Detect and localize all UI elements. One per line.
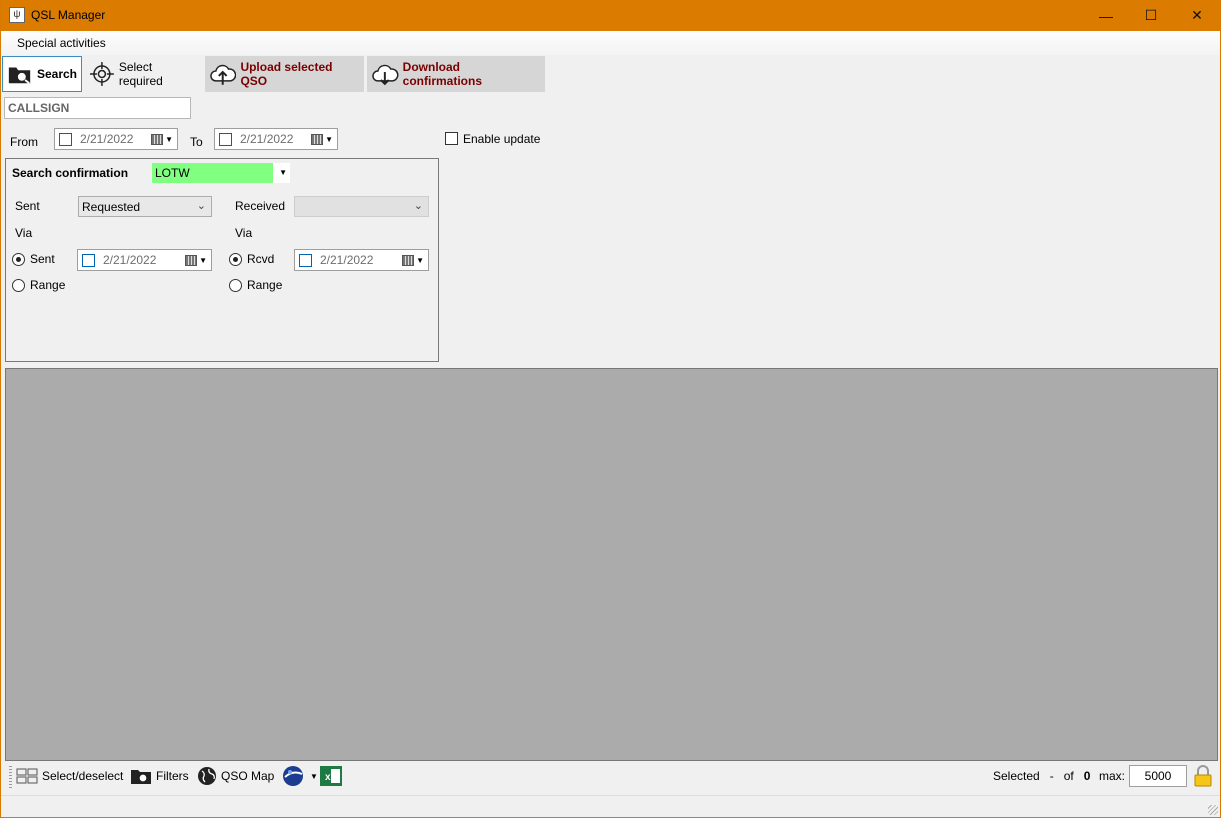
filters-button[interactable]: Filters <box>130 765 189 787</box>
sent-radio[interactable] <box>12 253 25 266</box>
status-bar <box>1 795 1220 817</box>
select-deselect-button[interactable]: Select/deselect <box>16 765 123 787</box>
excel-icon: x <box>320 766 342 786</box>
dropdown-arrow-icon: ▼ <box>310 771 318 781</box>
qso-map-label: QSO Map <box>221 769 275 783</box>
dropdown-arrow-icon: ▼ <box>165 134 173 144</box>
via-left-label: Via <box>15 226 33 240</box>
dropdown-arrow-icon: ▼ <box>416 255 424 265</box>
dropdown-arrow-icon: ▼ <box>199 255 207 265</box>
calendar-icon <box>402 254 415 266</box>
chevron-down-icon: ⌄ <box>196 200 206 212</box>
from-label: From <box>10 135 38 149</box>
toolbar-grip[interactable] <box>9 766 12 788</box>
resize-grip-icon[interactable] <box>1208 805 1218 815</box>
rcvd-date-value: 2/21/2022 <box>320 253 374 267</box>
download-label: Download confirmations <box>402 60 483 88</box>
earth-icon <box>283 766 303 786</box>
from-date-value: 2/21/2022 <box>80 132 134 146</box>
toolbar: Search Select required Upload selected Q… <box>1 55 1220 93</box>
to-date-value: 2/21/2022 <box>240 132 294 146</box>
menu-bar: Special activities <box>1 31 1220 55</box>
received-status-select[interactable]: ⌄ <box>294 196 429 217</box>
selected-count: - <box>1049 769 1054 783</box>
to-label: To <box>190 135 203 149</box>
search-button[interactable]: Search <box>2 56 82 92</box>
search-confirmation-title: Search confirmation <box>12 166 129 180</box>
sent-date-picker[interactable]: 2/21/2022 ▼ <box>77 249 212 271</box>
calendar-icon <box>151 133 164 145</box>
globe-icon <box>198 767 216 785</box>
filters-label: Filters <box>156 769 189 783</box>
svg-text:x: x <box>325 772 331 783</box>
rcvd-date-checkbox[interactable] <box>299 253 312 267</box>
selected-counter: Selected - of 0 <box>993 765 1090 787</box>
confirmation-service-combo[interactable]: LOTW ▼ <box>152 163 290 183</box>
search-label: Search <box>36 67 77 81</box>
rcvd-radio[interactable] <box>229 253 242 266</box>
range-right-radio[interactable] <box>229 279 242 292</box>
received-label: Received <box>235 199 286 213</box>
via-right-label: Via <box>235 226 253 240</box>
bottom-toolbar: Select/deselect Filters QSO Map ▼ x Sele… <box>1 762 1220 790</box>
menu-special-activities[interactable]: Special activities <box>11 35 112 51</box>
qso-map-button[interactable]: QSO Map <box>197 765 274 787</box>
upload-label: Upload selected QSO <box>240 60 333 88</box>
sent-date-value: 2/21/2022 <box>103 253 157 267</box>
of-label: of <box>1063 769 1074 783</box>
to-date-checkbox[interactable] <box>219 132 232 146</box>
maximize-button[interactable]: ☐ <box>1128 0 1174 31</box>
max-label: max: <box>1099 769 1126 783</box>
lock-button[interactable] <box>1193 765 1213 787</box>
calendar-icon <box>311 133 324 145</box>
folder-search-icon <box>8 67 31 85</box>
cloud-download-icon <box>372 64 399 86</box>
rcvd-radio-label: Rcvd <box>247 252 275 266</box>
chevron-down-icon: ⌄ <box>413 200 423 212</box>
app-window: ψ QSL Manager — ☐ ✕ Special activities S… <box>1 0 1220 817</box>
range-left-label: Range <box>30 278 66 292</box>
selected-label: Selected <box>993 769 1040 783</box>
from-date-checkbox[interactable] <box>59 132 72 146</box>
download-confirmations-button[interactable]: Download confirmations <box>367 56 545 92</box>
crosshair-icon <box>89 62 114 86</box>
callsign-input[interactable]: CALLSIGN <box>4 97 191 119</box>
max-input[interactable]: 5000 <box>1129 765 1187 787</box>
app-icon: ψ <box>9 7 25 23</box>
sent-label: Sent <box>15 199 40 213</box>
rcvd-date-picker[interactable]: 2/21/2022 ▼ <box>294 249 429 271</box>
export-excel-button[interactable]: x <box>319 765 343 787</box>
range-left-radio[interactable] <box>12 279 25 292</box>
confirmation-service-value: LOTW <box>152 163 273 183</box>
folder-search-icon <box>131 770 151 784</box>
sent-radio-label: Sent <box>30 252 55 266</box>
sent-status-value: Requested <box>82 200 141 214</box>
sent-date-checkbox[interactable] <box>82 253 95 267</box>
enable-update-label: Enable update <box>463 132 541 146</box>
dropdown-arrow-icon: ▼ <box>325 134 333 144</box>
results-grid[interactable] <box>5 368 1218 761</box>
sent-status-select[interactable]: Requested ⌄ <box>78 196 212 217</box>
to-date-picker[interactable]: 2/21/2022 ▼ <box>214 128 338 150</box>
enable-update-checkbox[interactable] <box>445 132 458 145</box>
select-required-label: Select required <box>118 60 163 88</box>
select-deselect-label: Select/deselect <box>42 769 124 783</box>
close-button[interactable]: ✕ <box>1174 0 1220 31</box>
cloud-upload-icon <box>210 64 237 85</box>
total-count: 0 <box>1083 769 1091 783</box>
dropdown-arrow-icon: ▼ <box>279 168 287 177</box>
search-confirmation-group: Search confirmation LOTW ▼ Sent Requeste… <box>5 158 439 362</box>
window-title: QSL Manager <box>31 8 106 22</box>
grid-select-icon <box>16 768 38 784</box>
select-required-button[interactable]: Select required <box>85 56 203 92</box>
minimize-button[interactable]: — <box>1083 0 1129 31</box>
upload-selected-qso-button[interactable]: Upload selected QSO <box>205 56 364 92</box>
google-earth-dropdown[interactable]: ▼ <box>282 765 318 787</box>
from-date-picker[interactable]: 2/21/2022 ▼ <box>54 128 178 150</box>
title-bar: ψ QSL Manager — ☐ ✕ <box>1 0 1220 31</box>
calendar-icon <box>185 254 198 266</box>
lock-icon <box>1194 765 1212 787</box>
range-right-label: Range <box>247 278 283 292</box>
